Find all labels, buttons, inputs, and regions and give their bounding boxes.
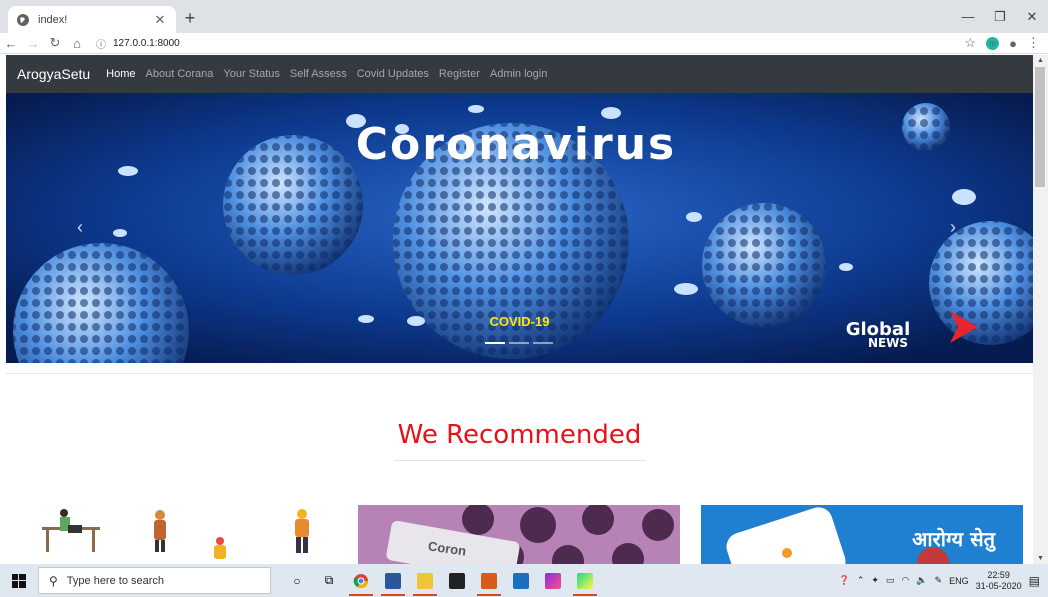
chrome-icon[interactable] bbox=[345, 564, 377, 597]
home-icon[interactable]: ⌂ bbox=[66, 33, 88, 54]
minimize-icon[interactable]: — bbox=[952, 0, 984, 33]
wifi-icon[interactable]: ◠ bbox=[901, 575, 909, 586]
clock-date: 31-05-2020 bbox=[975, 580, 1022, 591]
menu-icon[interactable]: ⋮ bbox=[1027, 35, 1040, 51]
people-illustration bbox=[42, 509, 309, 559]
reload-icon[interactable]: ↻ bbox=[44, 33, 66, 54]
pen-icon[interactable]: ✎ bbox=[935, 575, 943, 586]
carousel-indicators bbox=[485, 342, 553, 344]
nav-covid-updates[interactable]: Covid Updates bbox=[357, 68, 429, 80]
virus-particle bbox=[702, 203, 826, 327]
search-icon: ⚲ bbox=[49, 573, 58, 588]
chevron-up-icon[interactable]: ⌃ bbox=[857, 575, 865, 586]
help-icon[interactable]: ❓ bbox=[839, 575, 850, 586]
nav-self-assess[interactable]: Self Assess bbox=[290, 68, 347, 80]
paint-icon[interactable] bbox=[537, 564, 569, 597]
screen: index! ✕ + — ❐ ✕ ← → ↻ ⌂ ⓘ 127.0.0.1:800… bbox=[0, 0, 1048, 597]
recommend-card-illustration[interactable] bbox=[34, 505, 334, 564]
window-controls: — ❐ ✕ bbox=[952, 0, 1048, 33]
battery-icon[interactable]: ▭ bbox=[886, 575, 895, 586]
recommend-card-aarogya-setu[interactable]: आरोग्य सेतु bbox=[701, 505, 1023, 564]
chevron-left-icon[interactable]: ‹ bbox=[77, 217, 83, 238]
svg-text:NEWS: NEWS bbox=[868, 336, 908, 350]
headline-text: Coronavirus bbox=[356, 119, 676, 170]
pycharm-icon[interactable] bbox=[569, 564, 601, 597]
nav-admin-login[interactable]: Admin login bbox=[490, 68, 547, 80]
taskbar-search-input[interactable]: ⚲ Type here to search bbox=[38, 567, 271, 594]
nav-about-corana[interactable]: About Corana bbox=[146, 68, 214, 80]
carousel-indicator[interactable] bbox=[485, 342, 505, 344]
address-bar[interactable]: ⓘ 127.0.0.1:8000 bbox=[96, 33, 964, 54]
clock-time: 22:59 bbox=[987, 569, 1010, 580]
tab-title: index! bbox=[38, 13, 68, 26]
toolbar-actions: ☆ m ● ⋮ bbox=[964, 35, 1040, 51]
store-icon[interactable] bbox=[441, 564, 473, 597]
test-tubes-image bbox=[358, 505, 680, 564]
task-view-icon[interactable]: ⧉ bbox=[313, 564, 345, 597]
bookmark-star-icon[interactable]: ☆ bbox=[964, 35, 976, 51]
volume-icon[interactable]: 🔈 bbox=[916, 575, 927, 586]
word-icon[interactable] bbox=[377, 564, 409, 597]
browser-toolbar: ← → ↻ ⌂ ⓘ 127.0.0.1:8000 ☆ m ● ⋮ bbox=[0, 33, 1048, 54]
windows-start-icon[interactable] bbox=[0, 564, 38, 597]
close-window-icon[interactable]: ✕ bbox=[1016, 0, 1048, 33]
dropbox-icon[interactable]: ✦ bbox=[871, 575, 879, 586]
clock[interactable]: 22:59 31-05-2020 bbox=[976, 570, 1022, 592]
system-tray: ❓ ⌃ ✦ ▭ ◠ 🔈 ✎ ENG 22:59 31-05-2020 ▤ bbox=[839, 564, 1048, 597]
file-explorer-icon[interactable] bbox=[409, 564, 441, 597]
extension-icon[interactable]: m bbox=[986, 36, 1000, 50]
back-icon[interactable]: ← bbox=[0, 33, 22, 54]
recommend-card-test-tubes[interactable]: Coron bbox=[358, 505, 680, 564]
restore-icon[interactable]: ❐ bbox=[984, 0, 1016, 33]
nav-your-status[interactable]: Your Status bbox=[223, 68, 279, 80]
photos-icon[interactable] bbox=[505, 564, 537, 597]
nav-home[interactable]: Home bbox=[106, 68, 135, 80]
new-tab-button[interactable]: + bbox=[180, 8, 200, 28]
page-scrollbar[interactable]: ▲ ▼ bbox=[1033, 55, 1048, 564]
title-underline bbox=[394, 460, 646, 461]
notification-icon[interactable]: ▤ bbox=[1029, 574, 1040, 588]
close-icon[interactable]: ✕ bbox=[152, 12, 168, 28]
aarogya-setu-text: आरोग्य सेतु bbox=[912, 527, 995, 551]
info-icon[interactable]: ⓘ bbox=[96, 36, 106, 51]
scroll-thumb[interactable] bbox=[1035, 67, 1045, 187]
carousel-indicator[interactable] bbox=[509, 342, 529, 344]
url-text: 127.0.0.1:8000 bbox=[113, 37, 180, 49]
nav-register[interactable]: Register bbox=[439, 68, 480, 80]
forward-icon[interactable]: → bbox=[22, 33, 44, 54]
page-viewport: ArogyaSetu Home About Corana Your Status… bbox=[6, 55, 1033, 564]
section-divider bbox=[6, 373, 1033, 374]
scroll-up-icon[interactable]: ▲ bbox=[1037, 57, 1044, 64]
profile-icon[interactable]: ● bbox=[1009, 36, 1017, 51]
language-indicator[interactable]: ENG bbox=[949, 576, 969, 586]
brand-link[interactable]: ArogyaSetu bbox=[17, 66, 90, 82]
site-navbar: ArogyaSetu Home About Corana Your Status… bbox=[6, 55, 1033, 93]
virus-particle bbox=[223, 135, 363, 275]
office-icon[interactable] bbox=[473, 564, 505, 597]
carousel-indicator[interactable] bbox=[533, 342, 553, 344]
virus-particle bbox=[902, 103, 950, 151]
scroll-down-icon[interactable]: ▼ bbox=[1037, 555, 1044, 562]
windows-taskbar: ⚲ Type here to search ○ ⧉ ❓ ⌃ ✦ ▭ ◠ 🔈 ✎ … bbox=[0, 564, 1048, 597]
search-placeholder: Type here to search bbox=[66, 574, 165, 587]
cortana-icon[interactable]: ○ bbox=[281, 564, 313, 597]
section-title: We Recommended bbox=[397, 420, 642, 450]
carousel-caption: COVID-19 bbox=[489, 314, 550, 329]
browser-tabstrip: index! ✕ + — ❐ ✕ bbox=[0, 0, 1048, 33]
chevron-right-icon[interactable]: › bbox=[950, 217, 956, 238]
hero-carousel: Coronavirus Global NEWS COVID-19 ‹ › bbox=[6, 93, 1033, 363]
browser-tab[interactable]: index! ✕ bbox=[8, 6, 176, 33]
globe-icon bbox=[16, 13, 30, 27]
